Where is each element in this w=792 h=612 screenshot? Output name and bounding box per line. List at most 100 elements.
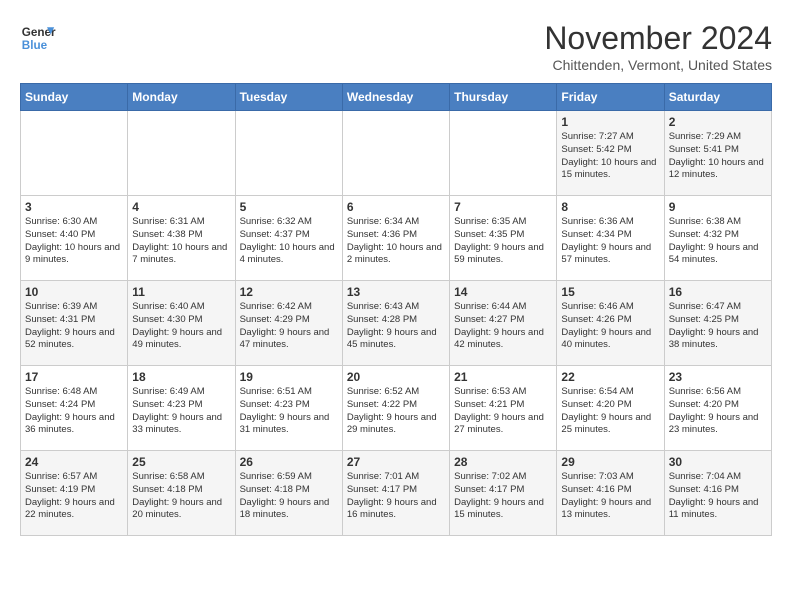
day-info: Sunrise: 6:54 AM Sunset: 4:20 PM Dayligh… [561, 386, 659, 437]
day-number: 15 [561, 285, 659, 299]
calendar-cell: 14 Sunrise: 6:44 AM Sunset: 4:27 PM Dayli… [450, 281, 557, 366]
day-info: Sunrise: 6:57 AM Sunset: 4:19 PM Dayligh… [25, 471, 123, 522]
day-number: 17 [25, 370, 123, 384]
calendar-cell: 1 Sunrise: 7:27 AM Sunset: 5:42 PM Daylig… [557, 111, 664, 196]
day-info: Sunrise: 6:59 AM Sunset: 4:18 PM Dayligh… [240, 471, 338, 522]
calendar-cell [450, 111, 557, 196]
calendar-table: SundayMondayTuesdayWednesdayThursdayFrid… [20, 83, 772, 536]
day-header-tuesday: Tuesday [235, 84, 342, 111]
day-number: 12 [240, 285, 338, 299]
day-number: 21 [454, 370, 552, 384]
day-info: Sunrise: 6:32 AM Sunset: 4:37 PM Dayligh… [240, 216, 338, 267]
day-info: Sunrise: 7:02 AM Sunset: 4:17 PM Dayligh… [454, 471, 552, 522]
calendar-cell: 18 Sunrise: 6:49 AM Sunset: 4:23 PM Dayli… [128, 366, 235, 451]
day-info: Sunrise: 6:47 AM Sunset: 4:25 PM Dayligh… [669, 301, 767, 352]
calendar-cell: 19 Sunrise: 6:51 AM Sunset: 4:23 PM Dayli… [235, 366, 342, 451]
day-number: 23 [669, 370, 767, 384]
calendar-cell: 24 Sunrise: 6:57 AM Sunset: 4:19 PM Dayli… [21, 451, 128, 536]
calendar-cell: 25 Sunrise: 6:58 AM Sunset: 4:18 PM Dayli… [128, 451, 235, 536]
calendar-cell: 12 Sunrise: 6:42 AM Sunset: 4:29 PM Dayli… [235, 281, 342, 366]
calendar-cell [128, 111, 235, 196]
day-number: 19 [240, 370, 338, 384]
day-info: Sunrise: 6:58 AM Sunset: 4:18 PM Dayligh… [132, 471, 230, 522]
day-number: 22 [561, 370, 659, 384]
day-info: Sunrise: 6:53 AM Sunset: 4:21 PM Dayligh… [454, 386, 552, 437]
day-info: Sunrise: 6:48 AM Sunset: 4:24 PM Dayligh… [25, 386, 123, 437]
calendar-cell: 8Sunrise: 6:36 AM Sunset: 4:34 PM Daylig… [557, 196, 664, 281]
calendar-cell [235, 111, 342, 196]
calendar-cell: 21 Sunrise: 6:53 AM Sunset: 4:21 PM Dayli… [450, 366, 557, 451]
logo: General Blue [20, 20, 56, 56]
calendar-cell: 16 Sunrise: 6:47 AM Sunset: 4:25 PM Dayli… [664, 281, 771, 366]
calendar-week-row: 3 Sunrise: 6:30 AM Sunset: 4:40 PM Daylig… [21, 196, 772, 281]
month-title: November 2024 [544, 20, 772, 57]
day-number: 24 [25, 455, 123, 469]
calendar-cell: 9Sunrise: 6:38 AM Sunset: 4:32 PM Daylig… [664, 196, 771, 281]
day-number: 7 [454, 200, 552, 214]
day-number: 28 [454, 455, 552, 469]
day-number: 2 [669, 115, 767, 129]
day-info: Sunrise: 6:39 AM Sunset: 4:31 PM Dayligh… [25, 301, 123, 352]
day-number: 9 [669, 200, 767, 214]
calendar-header-row: SundayMondayTuesdayWednesdayThursdayFrid… [21, 84, 772, 111]
calendar-week-row: 24 Sunrise: 6:57 AM Sunset: 4:19 PM Dayli… [21, 451, 772, 536]
calendar-cell: 4 Sunrise: 6:31 AM Sunset: 4:38 PM Daylig… [128, 196, 235, 281]
day-number: 29 [561, 455, 659, 469]
calendar-cell: 17 Sunrise: 6:48 AM Sunset: 4:24 PM Dayli… [21, 366, 128, 451]
day-info: Sunrise: 6:43 AM Sunset: 4:28 PM Dayligh… [347, 301, 445, 352]
day-header-sunday: Sunday [21, 84, 128, 111]
day-info: Sunrise: 7:29 AM Sunset: 5:41 PM Dayligh… [669, 131, 767, 182]
calendar-cell: 28 Sunrise: 7:02 AM Sunset: 4:17 PM Dayli… [450, 451, 557, 536]
calendar-cell: 6 Sunrise: 6:34 AM Sunset: 4:36 PM Daylig… [342, 196, 449, 281]
day-info: Sunrise: 6:36 AM Sunset: 4:34 PM Dayligh… [561, 216, 659, 267]
day-info: Sunrise: 6:30 AM Sunset: 4:40 PM Dayligh… [25, 216, 123, 267]
day-info: Sunrise: 6:42 AM Sunset: 4:29 PM Dayligh… [240, 301, 338, 352]
day-number: 30 [669, 455, 767, 469]
day-info: Sunrise: 7:03 AM Sunset: 4:16 PM Dayligh… [561, 471, 659, 522]
title-area: November 2024 Chittenden, Vermont, Unite… [544, 20, 772, 73]
calendar-cell: 30 Sunrise: 7:04 AM Sunset: 4:16 PM Dayli… [664, 451, 771, 536]
day-info: Sunrise: 6:34 AM Sunset: 4:36 PM Dayligh… [347, 216, 445, 267]
day-number: 13 [347, 285, 445, 299]
day-header-thursday: Thursday [450, 84, 557, 111]
day-number: 11 [132, 285, 230, 299]
day-number: 10 [25, 285, 123, 299]
calendar-cell: 27Sunrise: 7:01 AM Sunset: 4:17 PM Dayli… [342, 451, 449, 536]
calendar-week-row: 17 Sunrise: 6:48 AM Sunset: 4:24 PM Dayli… [21, 366, 772, 451]
day-number: 25 [132, 455, 230, 469]
calendar-cell: 3 Sunrise: 6:30 AM Sunset: 4:40 PM Daylig… [21, 196, 128, 281]
day-number: 18 [132, 370, 230, 384]
day-number: 3 [25, 200, 123, 214]
day-info: Sunrise: 6:35 AM Sunset: 4:35 PM Dayligh… [454, 216, 552, 267]
location-subtitle: Chittenden, Vermont, United States [544, 57, 772, 73]
calendar-cell: 10 Sunrise: 6:39 AM Sunset: 4:31 PM Dayli… [21, 281, 128, 366]
day-number: 14 [454, 285, 552, 299]
calendar-cell: 11Sunrise: 6:40 AM Sunset: 4:30 PM Dayli… [128, 281, 235, 366]
day-number: 4 [132, 200, 230, 214]
calendar-cell: 2 Sunrise: 7:29 AM Sunset: 5:41 PM Daylig… [664, 111, 771, 196]
calendar-cell: 5Sunrise: 6:32 AM Sunset: 4:37 PM Daylig… [235, 196, 342, 281]
calendar-cell: 13 Sunrise: 6:43 AM Sunset: 4:28 PM Dayli… [342, 281, 449, 366]
day-number: 20 [347, 370, 445, 384]
svg-text:Blue: Blue [22, 39, 48, 52]
day-header-friday: Friday [557, 84, 664, 111]
calendar-cell [342, 111, 449, 196]
day-info: Sunrise: 6:51 AM Sunset: 4:23 PM Dayligh… [240, 386, 338, 437]
calendar-week-row: 10 Sunrise: 6:39 AM Sunset: 4:31 PM Dayli… [21, 281, 772, 366]
calendar-cell: 22 Sunrise: 6:54 AM Sunset: 4:20 PM Dayli… [557, 366, 664, 451]
day-info: Sunrise: 7:27 AM Sunset: 5:42 PM Dayligh… [561, 131, 659, 182]
logo-icon: General Blue [20, 20, 56, 56]
day-info: Sunrise: 6:44 AM Sunset: 4:27 PM Dayligh… [454, 301, 552, 352]
day-number: 16 [669, 285, 767, 299]
calendar-cell: 7 Sunrise: 6:35 AM Sunset: 4:35 PM Daylig… [450, 196, 557, 281]
calendar-cell: 29 Sunrise: 7:03 AM Sunset: 4:16 PM Dayli… [557, 451, 664, 536]
day-info: Sunrise: 6:31 AM Sunset: 4:38 PM Dayligh… [132, 216, 230, 267]
day-number: 1 [561, 115, 659, 129]
calendar-week-row: 1 Sunrise: 7:27 AM Sunset: 5:42 PM Daylig… [21, 111, 772, 196]
day-info: Sunrise: 7:04 AM Sunset: 4:16 PM Dayligh… [669, 471, 767, 522]
calendar-cell: 23Sunrise: 6:56 AM Sunset: 4:20 PM Dayli… [664, 366, 771, 451]
day-info: Sunrise: 6:46 AM Sunset: 4:26 PM Dayligh… [561, 301, 659, 352]
day-number: 6 [347, 200, 445, 214]
day-info: Sunrise: 6:49 AM Sunset: 4:23 PM Dayligh… [132, 386, 230, 437]
calendar-cell [21, 111, 128, 196]
